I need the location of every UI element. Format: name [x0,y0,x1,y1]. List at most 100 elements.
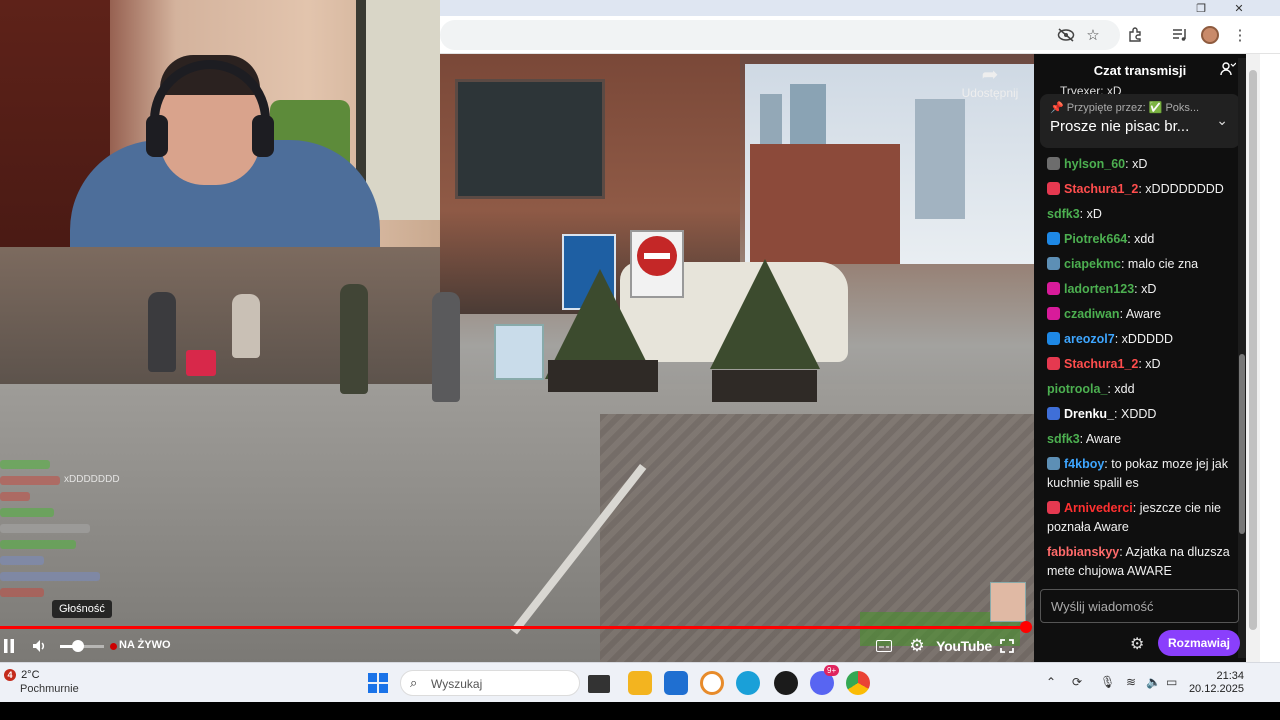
chat-scrollbar[interactable] [1238,58,1246,658]
chat-settings-icon[interactable]: ⚙ [1130,634,1144,654]
video-scene-suitcase [186,350,216,376]
start-button[interactable] [368,673,388,693]
chat-author[interactable]: Drenku_ [1064,407,1114,421]
volume-slider[interactable] [60,640,104,652]
notification-badge: 9+ [824,665,840,676]
chat-text: : XDDD [1114,407,1157,421]
restore-icon[interactable]: ❐ [1186,0,1216,16]
chat-scroll-thumb[interactable] [1239,354,1245,534]
youtube-logo[interactable]: YouTube [936,635,992,657]
menu-icon[interactable]: ⋮ [1228,23,1252,47]
ghost-chat-line [0,556,44,565]
chat-author[interactable]: ladorten123 [1064,282,1134,296]
chat-author[interactable]: sdfk3 [1047,432,1080,446]
chat-text: : xD [1138,357,1161,371]
chat-text: : xdd [1107,382,1135,396]
taskbar-search[interactable]: ⌕ Wyszukaj [400,670,580,696]
member-badge-icon [1047,407,1060,420]
page-scrollbar[interactable] [1246,54,1260,662]
live-label[interactable]: NA ŻYWO [119,639,171,651]
chat-author[interactable]: ciapekmc [1064,257,1121,271]
chat-title: Czat transmisji [1093,62,1187,78]
chat-text: : Aware [1079,432,1122,446]
weather-alert-badge: 4 [4,669,16,681]
chat-message-input[interactable]: Wyślij wiadomość [1040,589,1239,623]
chat-message: ladorten123: xD [1034,277,1238,302]
obs-icon[interactable] [774,671,798,695]
wifi-icon[interactable]: ≋ [1126,675,1136,689]
progress-scrubber[interactable] [1020,621,1032,633]
chat-text: : xD [1125,157,1148,171]
file-explorer-icon[interactable] [628,671,652,695]
discord-icon[interactable]: 9+ [810,665,840,695]
chat-author[interactable]: f4kboy [1064,457,1104,471]
chat-author[interactable]: sdfk3 [1047,207,1080,221]
microphone-icon[interactable]: 🎙 [1100,675,1115,689]
chat-header: Czat transmisji [1034,54,1246,86]
chat-author[interactable]: Piotrek664 [1064,232,1127,246]
chat-author[interactable]: piotroola_ [1047,382,1107,396]
app-ring-icon[interactable] [700,671,724,695]
send-chat-button[interactable]: Rozmawiaj [1158,630,1240,656]
player-controls: NA ŻYWO ⚙ YouTube [0,633,1034,659]
pause-icon[interactable] [0,635,18,657]
chevron-up-icon[interactable]: ⌃ [1046,675,1056,689]
volume-knob[interactable] [71,640,84,652]
fullscreen-icon[interactable] [996,635,1018,657]
subtitles-icon[interactable] [874,635,894,657]
taskbar-clock[interactable]: 21:34 20.12.2025 [1188,670,1244,696]
ghost-chat-line [0,460,50,469]
settings-gear-icon[interactable]: ⚙ [906,635,928,657]
ghost-chat-line [0,540,76,549]
task-view-icon[interactable] [588,675,610,693]
member-badge-icon [1047,282,1060,295]
edge-icon[interactable] [736,671,760,695]
page-scroll-thumb[interactable] [1249,70,1257,630]
share-button[interactable]: ➦ Udostępnij [950,64,1030,100]
close-icon[interactable]: ✕ [1224,0,1254,16]
chat-message: sdfk3: xD [1034,202,1238,227]
profile-avatar[interactable] [1198,23,1222,47]
chat-author[interactable]: areozol7 [1064,332,1115,346]
video-scene-tree [710,259,820,369]
extensions-icon[interactable] [1123,23,1147,47]
search-icon: ⌕ [410,675,418,690]
speaker-icon[interactable]: 🔈 [1146,675,1161,689]
chat-author[interactable]: Stachura1_2 [1064,357,1138,371]
weather-widget[interactable]: 4 2°C Pochmurnie [4,669,79,695]
battery-icon[interactable]: ▭ [1166,675,1177,689]
chat-author[interactable]: hylson_60 [1064,157,1125,171]
chat-author[interactable]: Stachura1_2 [1064,182,1138,196]
chat-author[interactable]: fabbianskyy [1047,545,1119,559]
ghost-chat-line [0,508,54,517]
live-chat-panel: Czat transmisji Trvexer: xD 📌 Przypięte … [1034,54,1246,662]
volume-icon[interactable] [30,635,50,657]
progress-bar[interactable] [0,621,1032,633]
participants-icon[interactable] [1220,62,1237,79]
member-badge-icon [1047,501,1060,514]
ghost-chat-line [0,492,30,501]
eye-off-icon[interactable] [1054,23,1078,47]
chat-text: : xdd [1127,232,1155,246]
pinned-message[interactable]: 📌 Przypięte przez: ✅ Poks... Prosze nie … [1040,94,1240,148]
chat-message: piotroola_: xdd [1034,377,1238,402]
video-scene-tower [915,99,965,219]
store-icon[interactable] [664,671,688,695]
chat-author[interactable]: czadiwan [1064,307,1120,321]
chat-author[interactable]: Arnivederci [1064,501,1133,515]
media-icon[interactable] [1168,23,1192,47]
chrome-icon[interactable] [846,671,870,695]
star-icon[interactable]: ☆ [1081,23,1105,47]
sync-icon[interactable]: ⟳ [1072,675,1082,689]
clock-date: 20.12.2025 [1188,683,1244,695]
chat-message: Drenku_: XDDD [1034,402,1238,427]
pin-icon: 📌 [1050,102,1064,114]
chat-text: : xDDDDD [1114,332,1174,346]
chevron-down-icon[interactable]: ⌄ [1216,112,1228,129]
ghost-chat-line [0,572,100,581]
chat-message: fabbianskyy: Azjatka na dluzsza mete chu… [1034,540,1238,584]
video-scene-board [494,324,544,380]
address-bar[interactable] [440,20,1120,50]
chat-message: hylson_60: xD [1034,152,1238,177]
ghost-chat-line [0,588,44,597]
